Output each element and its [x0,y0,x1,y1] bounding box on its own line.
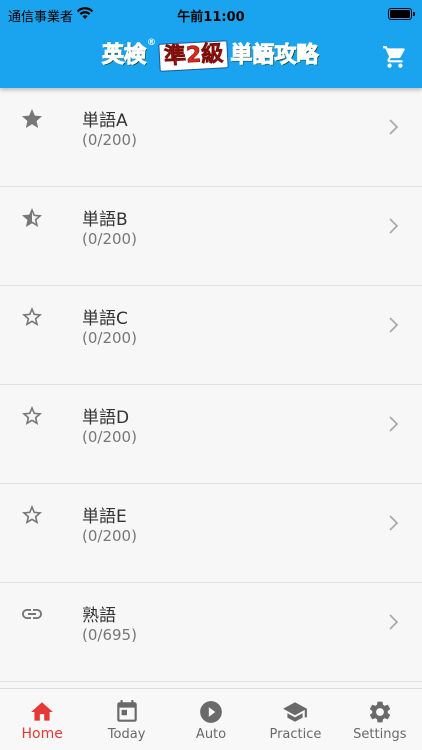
bottom-tab-bar: Home Today Auto Practice Settings [0,688,422,750]
status-bar: 通信事業者 午前11:00 [0,0,422,28]
list-item[interactable]: 単語E (0/200) [0,484,422,583]
list-item-progress: (0/200) [82,230,137,248]
app-header: 通信事業者 午前11:00 英検 ® 準2級 単語攻略 [0,0,422,88]
chevron-right-icon [389,515,399,531]
list-item-title: 単語C [82,309,128,329]
logo-subtitle: 単語攻略 [230,43,319,68]
tab-label: Auto [195,727,227,742]
link-icon [22,609,42,619]
logo-grade-badge: 準2級 [158,40,230,72]
tab-home[interactable]: Home [0,689,84,750]
list-item-progress: (0/200) [82,329,137,347]
battery-icon [388,8,415,20]
app-logo: 英検 ® 準2級 単語攻略 [101,38,319,74]
list-item[interactable]: 単語D (0/200) [0,385,422,484]
list-item[interactable]: 熟語 (0/695) [0,583,422,682]
play-icon [200,701,222,723]
tab-auto[interactable]: Auto [169,689,253,750]
word-list: 単語A (0/200) 単語B (0/200) 単語C (0/200) 単語D … [0,88,422,688]
chevron-right-icon [389,416,399,432]
logo-eiken: 英検 [101,43,147,68]
chevron-right-icon [389,317,399,333]
list-item-title: 熟語 [82,606,116,626]
chevron-right-icon [389,218,399,234]
star-outline-icon [22,505,42,524]
tab-today[interactable]: Today [84,689,168,750]
cart-icon[interactable] [382,44,408,70]
chevron-right-icon [389,614,399,630]
tab-practice[interactable]: Practice [253,689,337,750]
list-item-progress: (0/695) [82,626,137,644]
list-item-title: 単語B [82,210,128,230]
gear-icon [369,701,390,723]
star-outline-icon [22,406,42,425]
logo-registered: ® [147,38,157,48]
tab-settings[interactable]: Settings [338,689,422,750]
list-item-title: 単語D [82,408,130,428]
tab-label: Practice [269,727,322,742]
list-item-progress: (0/200) [82,428,137,446]
tab-label: Settings [353,727,407,742]
list-item[interactable]: 単語A (0/200) [0,88,422,187]
star-filled-icon [22,109,42,128]
clock: 午前11:00 [177,10,245,25]
tab-label: Home [21,726,63,742]
star-outline-icon [22,307,42,326]
home-icon [31,702,54,721]
list-item-title: 単語E [82,507,127,527]
logo-grade: 準2級 [163,41,224,70]
chevron-right-icon [389,119,399,135]
list-item[interactable]: 単語C (0/200) [0,286,422,385]
school-icon [283,702,308,722]
calendar-icon [116,700,137,722]
list-item-progress: (0/200) [82,131,137,149]
list-item-progress: (0/200) [82,527,137,545]
list-item-title: 単語A [82,111,128,131]
star-half-icon [22,208,42,227]
tab-label: Today [107,727,146,742]
list-item[interactable]: 単語B (0/200) [0,187,422,286]
